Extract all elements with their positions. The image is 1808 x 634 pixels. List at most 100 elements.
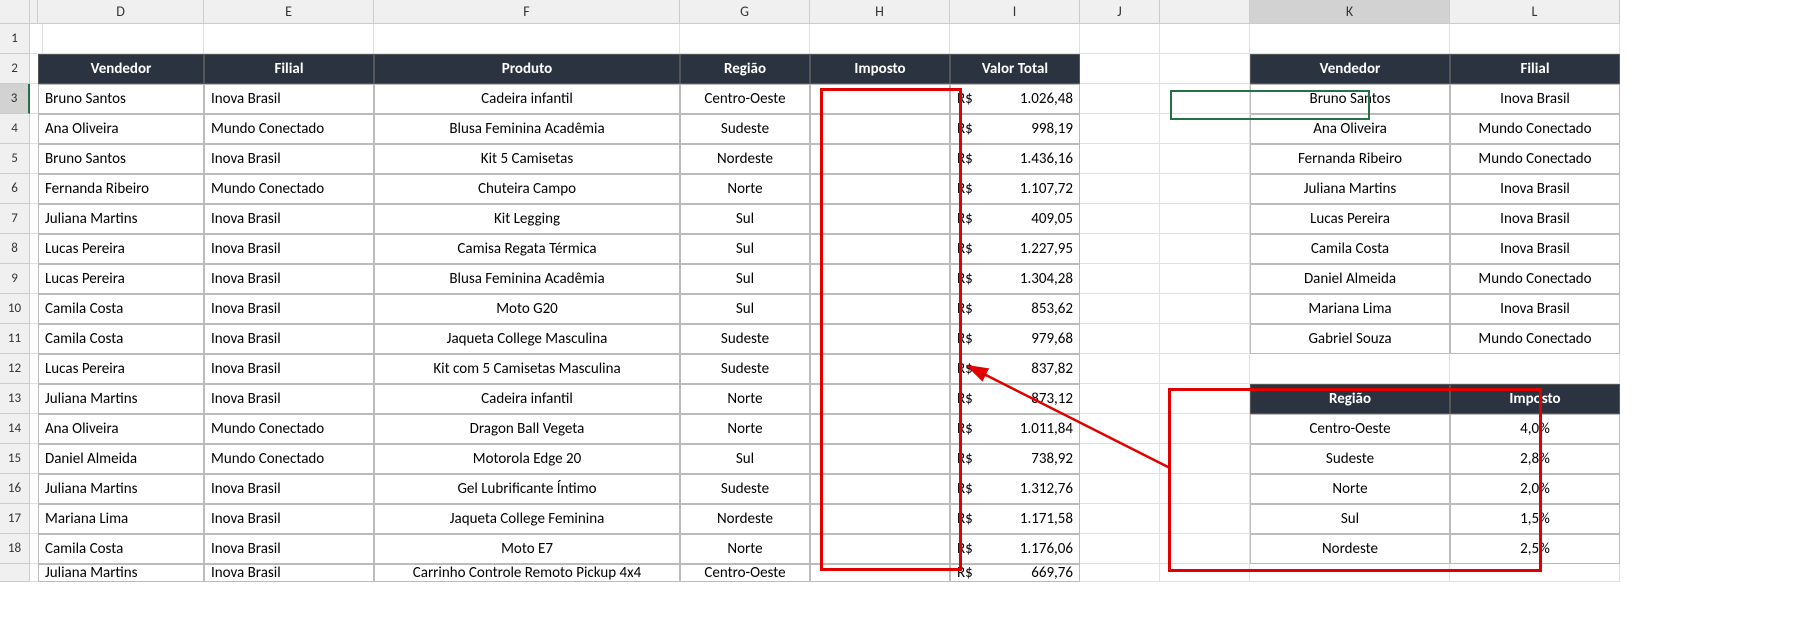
data-cell[interactable]: Camila Costa <box>38 294 204 324</box>
row-header-14[interactable]: 14 <box>0 414 30 444</box>
data-cell[interactable]: Juliana Martins <box>38 474 204 504</box>
cell[interactable] <box>1080 564 1160 582</box>
side1-cell[interactable]: Inova Brasil <box>1450 294 1620 324</box>
cell[interactable] <box>1080 144 1160 174</box>
cell[interactable] <box>1250 354 1450 384</box>
money-cell[interactable]: R$1.107,72 <box>950 174 1080 204</box>
row-header-4[interactable]: 4 <box>0 114 30 144</box>
data-cell[interactable] <box>810 264 950 294</box>
data-cell[interactable] <box>810 444 950 474</box>
data-cell[interactable]: Kit 5 Camisetas <box>374 144 680 174</box>
data-cell[interactable]: Sul <box>680 234 810 264</box>
data-cell[interactable]: Sul <box>680 444 810 474</box>
side1-cell[interactable]: Bruno Santos <box>1250 84 1450 114</box>
data-cell[interactable]: Inova Brasil <box>204 504 374 534</box>
side2-cell[interactable]: 2,8% <box>1450 444 1620 474</box>
data-cell[interactable]: Inova Brasil <box>204 294 374 324</box>
col-header-D[interactable]: D <box>38 0 204 24</box>
money-cell[interactable]: R$1.026,48 <box>950 84 1080 114</box>
cell[interactable] <box>1080 534 1160 564</box>
data-cell[interactable] <box>810 144 950 174</box>
money-cell[interactable]: R$873,12 <box>950 384 1080 414</box>
data-cell[interactable]: Moto G20 <box>374 294 680 324</box>
data-cell[interactable]: Bruno Santos <box>38 144 204 174</box>
col-header-G[interactable]: G <box>680 0 810 24</box>
cell[interactable] <box>1160 264 1250 294</box>
data-cell[interactable]: Moto E7 <box>374 534 680 564</box>
data-cell[interactable]: Daniel Almeida <box>38 444 204 474</box>
data-cell[interactable]: Camila Costa <box>38 534 204 564</box>
cell[interactable] <box>204 24 374 54</box>
row-header-17[interactable]: 17 <box>0 504 30 534</box>
side1-cell[interactable]: Fernanda Ribeiro <box>1250 144 1450 174</box>
money-cell[interactable]: R$1.436,16 <box>950 144 1080 174</box>
data-cell[interactable]: Mariana Lima <box>38 504 204 534</box>
row-header-[interactable] <box>0 564 30 582</box>
side1-cell[interactable]: Mundo Conectado <box>1450 114 1620 144</box>
row-header-16[interactable]: 16 <box>0 474 30 504</box>
row-header-10[interactable]: 10 <box>0 294 30 324</box>
data-cell[interactable]: Norte <box>680 384 810 414</box>
data-cell[interactable]: Norte <box>680 174 810 204</box>
cell[interactable] <box>1080 24 1160 54</box>
data-cell[interactable] <box>810 354 950 384</box>
cell[interactable] <box>1160 24 1250 54</box>
side2-cell[interactable]: Centro-Oeste <box>1250 414 1450 444</box>
data-cell[interactable] <box>810 234 950 264</box>
data-cell[interactable]: Ana Oliveira <box>38 414 204 444</box>
money-cell[interactable]: R$738,92 <box>950 444 1080 474</box>
side1-cell[interactable]: Camila Costa <box>1250 234 1450 264</box>
col-header-I[interactable]: I <box>950 0 1080 24</box>
money-cell[interactable]: R$1.312,76 <box>950 474 1080 504</box>
data-cell[interactable]: Centro-Oeste <box>680 564 810 582</box>
data-cell[interactable]: Lucas Pereira <box>38 354 204 384</box>
data-cell[interactable]: Bruno Santos <box>38 84 204 114</box>
data-cell[interactable]: Dragon Ball Vegeta <box>374 414 680 444</box>
side2-cell[interactable]: Nordeste <box>1250 534 1450 564</box>
side2-cell[interactable]: 4,0% <box>1450 414 1620 444</box>
side1-cell[interactable]: Daniel Almeida <box>1250 264 1450 294</box>
data-cell[interactable]: Mundo Conectado <box>204 174 374 204</box>
cell[interactable] <box>1080 84 1160 114</box>
data-cell[interactable]: Mundo Conectado <box>204 444 374 474</box>
cell[interactable] <box>950 24 1080 54</box>
cell[interactable] <box>1080 414 1160 444</box>
cell[interactable] <box>1080 354 1160 384</box>
money-cell[interactable]: R$998,19 <box>950 114 1080 144</box>
row-header-6[interactable]: 6 <box>0 174 30 204</box>
col-header-K[interactable]: K <box>1250 0 1450 24</box>
data-cell[interactable]: Cadeira infantil <box>374 84 680 114</box>
col-header-E[interactable]: E <box>204 0 374 24</box>
data-cell[interactable]: Centro-Oeste <box>680 84 810 114</box>
data-cell[interactable]: Inova Brasil <box>204 324 374 354</box>
cell[interactable] <box>1160 384 1250 414</box>
data-cell[interactable] <box>810 114 950 144</box>
col-header-H[interactable]: H <box>810 0 950 24</box>
cell[interactable] <box>1160 444 1250 474</box>
cell[interactable] <box>1160 324 1250 354</box>
side1-cell[interactable]: Juliana Martins <box>1250 174 1450 204</box>
data-cell[interactable] <box>810 324 950 354</box>
select-all-corner[interactable] <box>0 0 30 24</box>
cell[interactable] <box>1080 504 1160 534</box>
data-cell[interactable]: Sul <box>680 204 810 234</box>
cell[interactable] <box>1250 564 1450 582</box>
cell[interactable] <box>810 24 950 54</box>
cell[interactable] <box>680 24 810 54</box>
cell[interactable] <box>1080 114 1160 144</box>
data-cell[interactable]: Juliana Martins <box>38 384 204 414</box>
data-cell[interactable]: Sul <box>680 294 810 324</box>
cell[interactable] <box>1160 144 1250 174</box>
data-cell[interactable]: Lucas Pereira <box>38 264 204 294</box>
data-cell[interactable]: Kit com 5 Camisetas Masculina <box>374 354 680 384</box>
row-header-2[interactable]: 2 <box>0 54 30 84</box>
col-header-1[interactable] <box>30 0 38 24</box>
row-header-9[interactable]: 9 <box>0 264 30 294</box>
data-cell[interactable] <box>810 564 950 582</box>
data-cell[interactable]: Motorola Edge 20 <box>374 444 680 474</box>
data-cell[interactable]: Blusa Feminina Acadêmia <box>374 114 680 144</box>
data-cell[interactable]: Sudeste <box>680 324 810 354</box>
money-cell[interactable]: R$409,05 <box>950 204 1080 234</box>
side2-cell[interactable]: 2,0% <box>1450 474 1620 504</box>
data-cell[interactable] <box>810 534 950 564</box>
